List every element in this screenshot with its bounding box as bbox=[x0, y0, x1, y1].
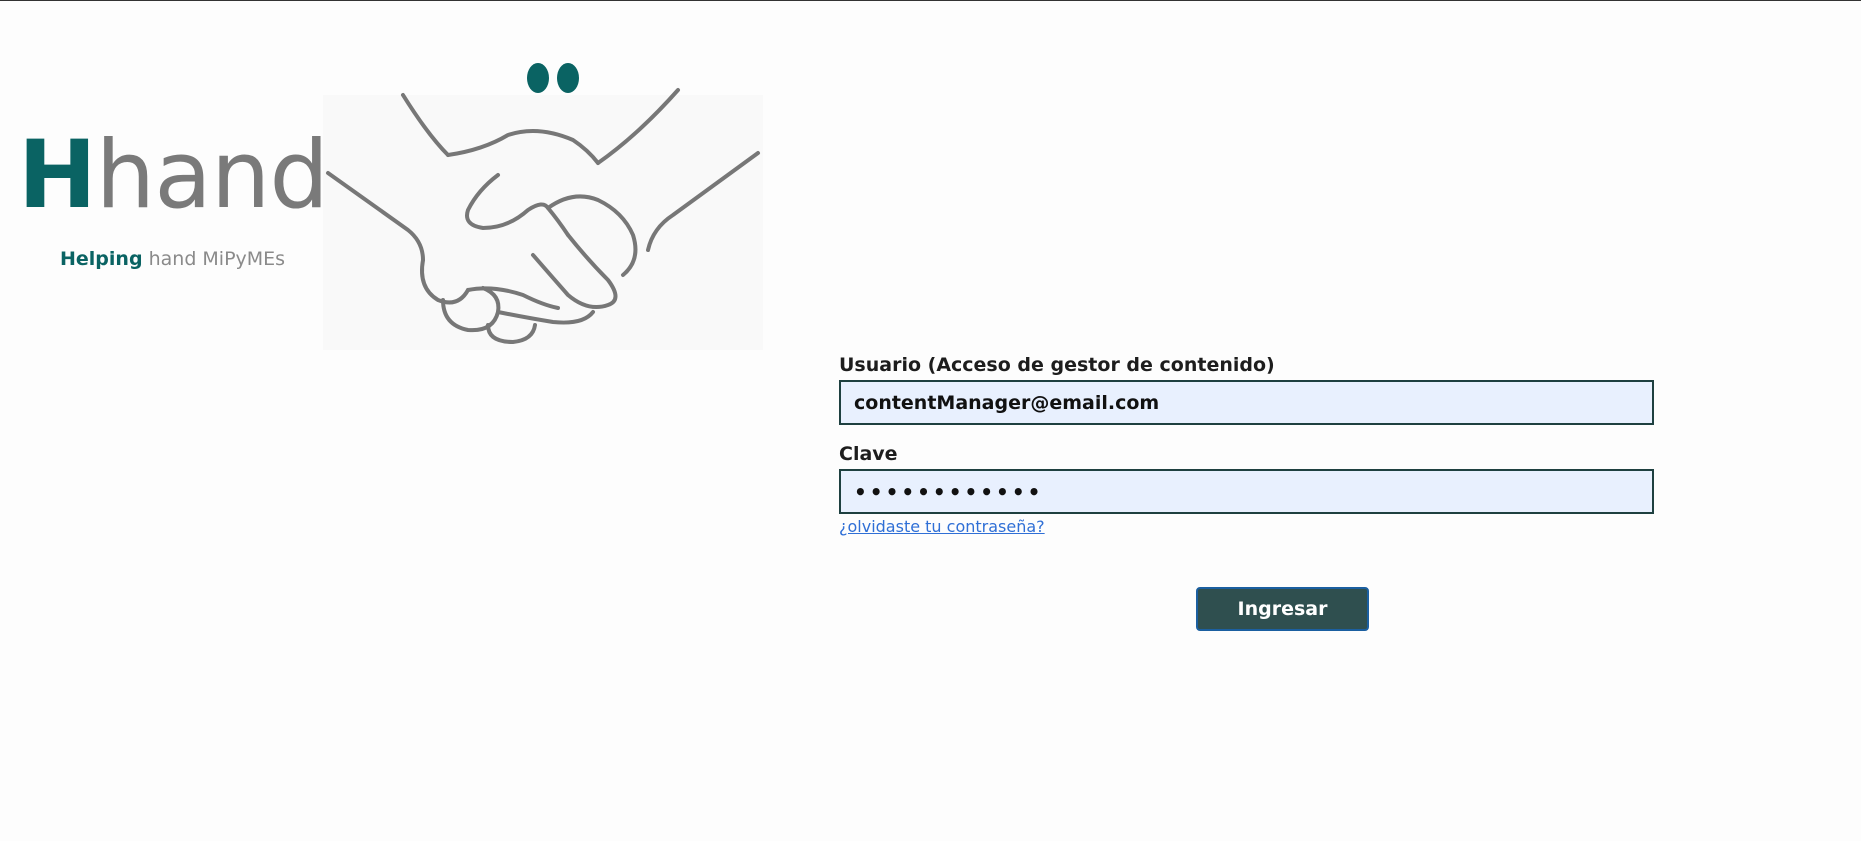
username-input[interactable]: contentManager@email.com bbox=[839, 380, 1654, 425]
password-label: Clave bbox=[839, 443, 898, 465]
login-form: Usuario (Acceso de gestor de contenido) … bbox=[839, 352, 1654, 537]
tagline-rest: hand MiPyMEs bbox=[142, 248, 286, 270]
password-input[interactable]: •••••••••••• bbox=[839, 469, 1654, 514]
brand-tagline: Helping hand MiPyMEs bbox=[60, 248, 285, 270]
logo: Hhand Helping hand MiPyMEs bbox=[18, 50, 763, 350]
tagline-bold: Helping bbox=[60, 248, 143, 270]
username-label: Usuario (Acceso de gestor de contenido) bbox=[839, 354, 1275, 376]
top-border bbox=[0, 0, 1861, 1]
brand-name-rest: hand bbox=[95, 121, 329, 230]
handshake-icon bbox=[326, 63, 760, 344]
brand-initial: H bbox=[18, 121, 97, 230]
login-button[interactable]: Ingresar bbox=[1196, 587, 1369, 631]
forgot-password-link[interactable]: ¿olvidaste tu contraseña? bbox=[839, 517, 1045, 536]
brand-wordmark: Hhand bbox=[18, 126, 329, 226]
